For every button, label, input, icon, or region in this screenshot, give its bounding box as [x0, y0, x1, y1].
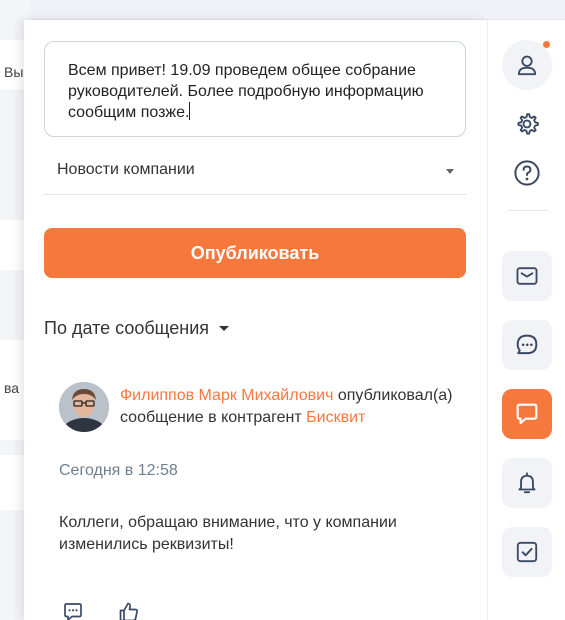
- help-button[interactable]: [502, 148, 552, 198]
- notifications-button[interactable]: [502, 458, 552, 508]
- gear-icon: [517, 113, 539, 135]
- sort-dropdown[interactable]: По дате сообщения: [44, 318, 230, 339]
- like-icon[interactable]: [117, 600, 141, 620]
- bell-icon: [518, 472, 536, 494]
- feed-button[interactable]: [502, 389, 552, 439]
- post-body: Коллеги, обращаю внимание, что у компани…: [59, 514, 397, 553]
- composer-text: Всем привет! 19.09 проведем общее собран…: [68, 62, 424, 121]
- checkbox-icon: [516, 541, 538, 563]
- avatar-image: [59, 382, 109, 432]
- post-actions: [61, 600, 141, 620]
- mail-icon: [516, 267, 538, 285]
- avatar[interactable]: [59, 382, 109, 432]
- category-select[interactable]: Новости компании: [44, 155, 466, 195]
- chat-button[interactable]: [502, 320, 552, 370]
- author-link[interactable]: Филиппов Марк Михайлович: [120, 387, 333, 404]
- chat-icon: [516, 334, 538, 355]
- background-text: Вы: [4, 64, 24, 80]
- mail-button[interactable]: [502, 251, 552, 301]
- user-icon: [517, 55, 537, 76]
- category-select-value: Новости компании: [57, 161, 195, 178]
- avatar: [502, 40, 552, 90]
- help-icon: [514, 160, 540, 186]
- tasks-button[interactable]: [502, 527, 552, 577]
- post-header: Филиппов Марк Михайлович опубликовал(а) …: [120, 385, 460, 429]
- settings-button[interactable]: [502, 99, 552, 149]
- right-sidebar: [487, 20, 565, 620]
- text-cursor: [189, 102, 191, 120]
- notification-dot: [543, 41, 550, 48]
- sort-label: По дате сообщения: [44, 318, 210, 338]
- post-composer-textarea[interactable]: Всем привет! 19.09 проведем общее собран…: [44, 41, 466, 137]
- post-timestamp: Сегодня в 12:58: [59, 462, 178, 479]
- rail-divider: [508, 210, 548, 211]
- message-icon: [516, 403, 538, 425]
- comment-icon[interactable]: [61, 600, 85, 620]
- counterparty-link[interactable]: Бисквит: [306, 409, 365, 426]
- caret-down-icon: [219, 326, 230, 331]
- publish-button[interactable]: Опубликовать: [44, 228, 466, 278]
- background-topbar: [0, 0, 565, 20]
- profile-button[interactable]: [502, 40, 552, 90]
- news-feed-panel: Всем привет! 19.09 проведем общее собран…: [24, 20, 487, 620]
- background-text: ва: [4, 380, 20, 396]
- chevron-down-icon: [446, 169, 454, 174]
